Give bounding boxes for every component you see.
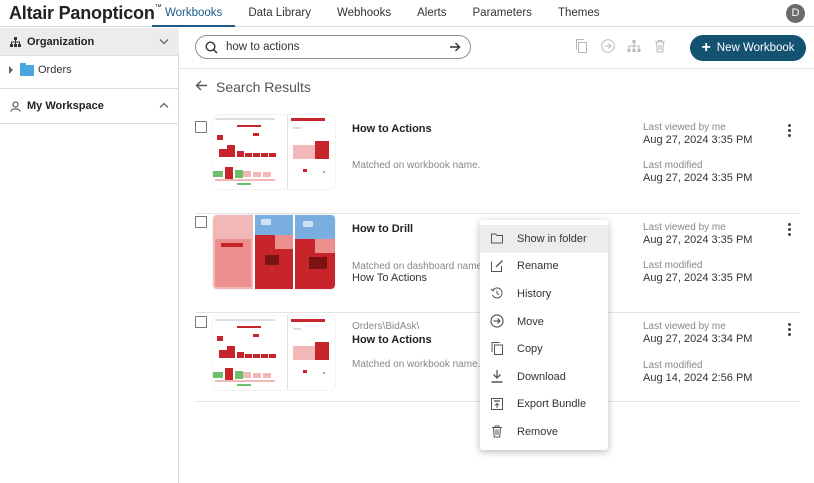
search-icon: [205, 41, 218, 54]
chevron-down-icon[interactable]: [159, 36, 169, 47]
workbook-name[interactable]: How to Actions: [352, 334, 432, 346]
rename-icon: [491, 259, 503, 272]
move-icon[interactable]: [600, 38, 616, 54]
sidebar-my-workspace-title: My Workspace: [27, 100, 104, 112]
row-checkbox[interactable]: [195, 316, 207, 328]
tab-parameters[interactable]: Parameters: [460, 0, 545, 27]
move-icon: [490, 314, 504, 328]
tab-alerts[interactable]: Alerts: [404, 0, 459, 27]
sidebar-item-orders[interactable]: Orders: [8, 61, 72, 79]
row-checkbox[interactable]: [195, 121, 207, 133]
chevron-right-icon[interactable]: [8, 66, 14, 74]
workbook-thumbnail[interactable]: [213, 215, 335, 289]
arrow-right-icon[interactable]: [448, 40, 462, 54]
menu-item-label: Move: [517, 315, 544, 328]
tab-data-library[interactable]: Data Library: [235, 0, 324, 27]
tab-webhooks[interactable]: Webhooks: [324, 0, 404, 27]
match-detail: How To Actions: [352, 272, 428, 284]
sidebar-organization-title: Organization: [27, 35, 95, 48]
context-menu: Show in folder Rename History Move Copy …: [480, 220, 608, 450]
history-icon: [490, 287, 503, 299]
match-reason: Matched on workbook name.: [352, 359, 481, 370]
app-logo[interactable]: Altair Panopticon™: [9, 3, 162, 24]
plus-icon: +: [701, 39, 711, 56]
search-box: [195, 35, 471, 59]
last-viewed-label: Last viewed by me: [643, 122, 726, 133]
match-reason: Matched on workbook name.: [352, 160, 481, 171]
user-avatar[interactable]: D: [786, 4, 805, 23]
organization-icon: [10, 36, 21, 47]
last-viewed-value: Aug 27, 2024 3:34 PM: [643, 333, 753, 345]
last-modified-value: Aug 27, 2024 3:35 PM: [643, 272, 753, 284]
hierarchy-icon[interactable]: [626, 38, 642, 54]
user-icon: [10, 101, 21, 112]
menu-item-label: Download: [517, 370, 566, 383]
new-workbook-button[interactable]: + New Workbook: [690, 35, 806, 61]
workbook-thumbnail[interactable]: [213, 316, 335, 390]
workbook-name[interactable]: How to Actions: [352, 123, 432, 135]
workbook-name[interactable]: How to Drill: [352, 223, 413, 235]
back-arrow-icon[interactable]: [195, 78, 208, 95]
chevron-up-icon[interactable]: [159, 101, 169, 112]
copy-icon[interactable]: [574, 38, 590, 54]
row-checkbox[interactable]: [195, 216, 207, 228]
sidebar-organization-header[interactable]: Organization: [0, 28, 179, 56]
divider: [179, 68, 814, 69]
folder-icon: [491, 233, 503, 244]
tab-themes[interactable]: Themes: [545, 0, 613, 27]
last-viewed-label: Last viewed by me: [643, 321, 726, 332]
trash-icon[interactable]: [652, 38, 668, 54]
search-input[interactable]: [226, 39, 436, 55]
last-modified-value: Aug 27, 2024 3:35 PM: [643, 172, 753, 184]
search-results-title: Search Results: [216, 79, 311, 95]
toolbar-icons: [574, 38, 668, 54]
menu-item-export-bundle[interactable]: Export Bundle: [480, 391, 608, 419]
menu-item-label: History: [517, 287, 552, 300]
menu-item-label: Copy: [517, 343, 543, 356]
top-bar: Altair Panopticon™ Workbooks Data Librar…: [0, 0, 814, 27]
result-row[interactable]: How to Actions Matched on workbook name.…: [195, 115, 800, 214]
menu-item-label: Export Bundle: [517, 398, 587, 411]
menu-item-label: Remove: [517, 425, 558, 438]
menu-item-show-in-folder[interactable]: Show in folder: [480, 225, 608, 253]
last-modified-label: Last modified: [643, 260, 703, 271]
menu-item-move[interactable]: Move: [480, 308, 608, 336]
export-bundle-icon: [491, 397, 503, 410]
folder-icon: [20, 62, 34, 76]
match-reason: Matched on dashboard name:: [352, 261, 485, 272]
last-modified-value: Aug 14, 2024 2:56 PM: [643, 372, 753, 384]
sidebar: Organization Orders My Workspace: [0, 28, 179, 483]
sidebar-my-workspace-header[interactable]: My Workspace: [0, 88, 179, 124]
sidebar-item-label: Orders: [38, 64, 72, 76]
more-options-icon[interactable]: [788, 223, 792, 237]
workbook-path: Orders\BidAsk\: [352, 321, 420, 332]
tab-workbooks[interactable]: Workbooks: [152, 0, 236, 27]
menu-item-history[interactable]: History: [480, 280, 608, 308]
last-modified-label: Last modified: [643, 160, 703, 171]
menu-item-label: Rename: [517, 260, 559, 273]
menu-item-label: Show in folder: [517, 232, 587, 245]
main-nav: Workbooks Data Library Webhooks Alerts P…: [152, 0, 612, 27]
menu-item-download[interactable]: Download: [480, 363, 608, 391]
more-options-icon[interactable]: [788, 323, 792, 337]
last-modified-label: Last modified: [643, 360, 703, 371]
copy-icon: [491, 342, 503, 356]
last-viewed-value: Aug 27, 2024 3:35 PM: [643, 134, 753, 146]
menu-item-rename[interactable]: Rename: [480, 253, 608, 281]
new-workbook-label: New Workbook: [716, 42, 795, 54]
menu-item-copy[interactable]: Copy: [480, 335, 608, 363]
last-viewed-label: Last viewed by me: [643, 222, 726, 233]
more-options-icon[interactable]: [788, 124, 792, 138]
menu-item-remove[interactable]: Remove: [480, 418, 608, 446]
workbook-thumbnail[interactable]: [213, 115, 335, 189]
last-viewed-value: Aug 27, 2024 3:35 PM: [643, 234, 753, 246]
trash-icon: [492, 425, 502, 438]
download-icon: [491, 369, 503, 383]
